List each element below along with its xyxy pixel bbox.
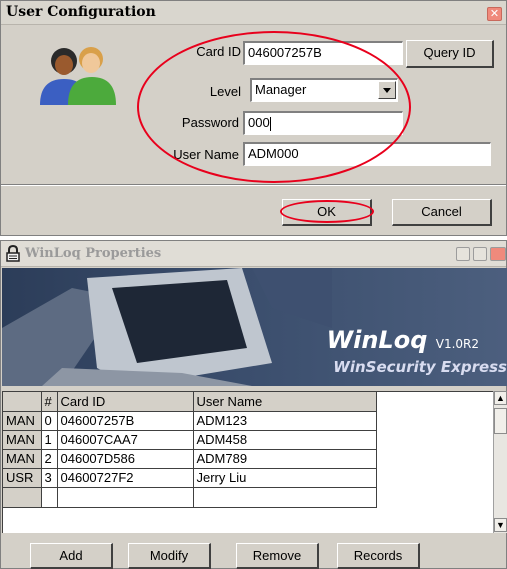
window-title-bar: WinLoq Properties [1, 241, 506, 267]
product-banner: WinLoq V1.0R2 WinSecurity Express [2, 268, 507, 386]
cell-card-id: 046007D586 [57, 449, 194, 469]
banner-version: V1.0R2 [435, 337, 479, 351]
cell-number: 1 [41, 430, 58, 450]
close-icon[interactable] [490, 247, 506, 261]
users-table: # Card ID User Name MAN 0 046007257B ADM… [2, 391, 493, 533]
column-header-level[interactable] [3, 392, 42, 412]
table-row-empty[interactable] [3, 487, 377, 508]
table-row[interactable]: MAN 0 046007257B ADM123 [3, 411, 377, 431]
modify-button[interactable]: Modify [128, 543, 211, 569]
cell-level [3, 487, 42, 508]
cell-level: MAN [3, 449, 42, 469]
close-icon[interactable]: ✕ [487, 7, 502, 21]
lock-icon [6, 245, 20, 262]
cell-level: MAN [3, 411, 42, 431]
cell-number: 2 [41, 449, 58, 469]
minimize-icon[interactable] [456, 247, 470, 261]
cell-user-name: ADM458 [193, 430, 377, 450]
vertical-scrollbar[interactable]: ▲ ▼ [493, 391, 507, 533]
scroll-down-icon[interactable]: ▼ [494, 518, 507, 532]
column-header-user-name[interactable]: User Name [193, 392, 377, 412]
computer-illustration-icon [2, 268, 332, 386]
remove-button[interactable]: Remove [236, 543, 319, 569]
cell-user-name: ADM123 [193, 411, 377, 431]
cell-level: USR [3, 468, 42, 488]
cell-number [41, 487, 58, 508]
cell-number: 3 [41, 468, 58, 488]
user-configuration-dialog: User Configuration ✕ Card ID 046007257B … [0, 0, 507, 236]
cell-level: MAN [3, 430, 42, 450]
column-header-card-id[interactable]: Card ID [57, 392, 194, 412]
table-row[interactable]: MAN 2 046007D586 ADM789 [3, 449, 377, 469]
window-title: WinLoq Properties [25, 246, 162, 261]
highlight-ellipse [137, 31, 411, 183]
query-id-button[interactable]: Query ID [406, 40, 494, 68]
cell-card-id: 046007CAA7 [57, 430, 194, 450]
dialog-title-bar: User Configuration ✕ [1, 1, 506, 25]
separator [1, 184, 506, 186]
table-row[interactable]: MAN 1 046007CAA7 ADM458 [3, 430, 377, 450]
cell-user-name: ADM789 [193, 449, 377, 469]
records-button[interactable]: Records [337, 543, 420, 569]
column-header-number[interactable]: # [41, 392, 58, 412]
table-header-row: # Card ID User Name [3, 392, 377, 412]
scrollbar-thumb[interactable] [494, 408, 507, 434]
cell-card-id: 046007257B [57, 411, 194, 431]
ok-highlight-ellipse [280, 200, 374, 223]
cell-user-name: Jerry Liu [193, 468, 377, 488]
winloq-properties-window: WinLoq Properties WinLoq V1.0R2 WinSecur… [0, 240, 507, 569]
cancel-button[interactable]: Cancel [392, 199, 492, 226]
cell-card-id: 04600727F2 [57, 468, 194, 488]
users-icon [40, 47, 116, 105]
scroll-up-icon[interactable]: ▲ [494, 391, 507, 405]
table-row[interactable]: USR 3 04600727F2 Jerry Liu [3, 468, 377, 488]
cell-number: 0 [41, 411, 58, 431]
banner-title: WinLoq V1.0R2 [327, 326, 479, 354]
dialog-title: User Configuration [6, 4, 156, 20]
cell-user-name [193, 487, 377, 508]
maximize-icon[interactable] [473, 247, 487, 261]
banner-subtitle: WinSecurity Express [333, 358, 507, 376]
add-button[interactable]: Add [30, 543, 113, 569]
banner-product-name: WinLoq [326, 326, 428, 354]
cell-card-id [57, 487, 194, 508]
